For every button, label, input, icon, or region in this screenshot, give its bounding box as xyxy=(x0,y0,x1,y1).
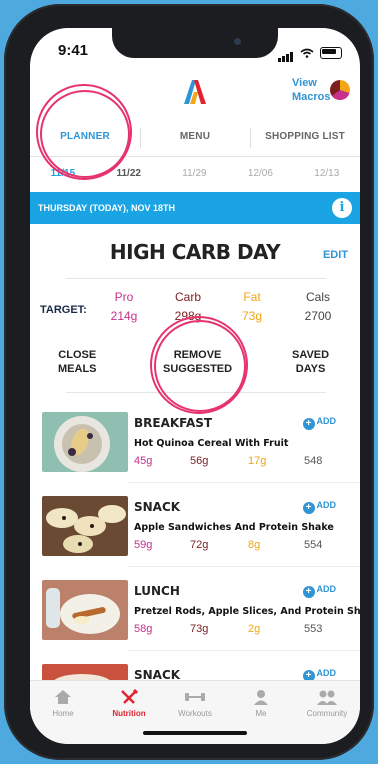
saved-days-line1: SAVED xyxy=(292,349,330,361)
meal-description: Pretzel Rods, Apple Slices, And Protein … xyxy=(134,606,360,617)
add-meal-button[interactable]: + ADD xyxy=(302,500,337,514)
day-banner-text: THURSDAY (TODAY), NOV 18TH xyxy=(38,203,176,213)
meal-cals: 554 xyxy=(304,539,323,551)
meal-card-lunch[interactable]: LUNCH Pretzel Rods, Apple Slices, And Pr… xyxy=(42,580,360,642)
target-fat: Fat 73g xyxy=(226,290,278,323)
add-label: ADD xyxy=(316,500,337,510)
edit-button[interactable]: EDIT xyxy=(323,249,348,261)
meal-photo-snack xyxy=(42,496,128,556)
macros-pie-icon[interactable] xyxy=(330,80,350,100)
tab-workouts-label: Workouts xyxy=(178,709,212,718)
meal-fat: 2g xyxy=(248,623,261,635)
add-meal-button[interactable]: + ADD xyxy=(302,584,337,598)
status-time: 9:41 xyxy=(58,42,89,59)
meal-type: LUNCH xyxy=(134,584,180,598)
view-macros-line1: View xyxy=(292,77,317,89)
meal-cals: 553 xyxy=(304,623,323,635)
tab-shopping-list[interactable]: SHOPPING LIST xyxy=(250,120,360,156)
meal-carb: 72g xyxy=(190,539,209,551)
week-item[interactable]: 12/13 xyxy=(314,168,339,190)
week-item[interactable]: 12/06 xyxy=(248,168,273,190)
divider xyxy=(66,278,326,279)
meal-carb: 56g xyxy=(190,455,209,467)
cals-label: Cals xyxy=(305,290,330,304)
meal-carb: 73g xyxy=(190,623,209,635)
plus-icon: + xyxy=(302,586,315,598)
divider xyxy=(128,482,360,483)
wifi-icon xyxy=(300,48,314,58)
close-meals-line2: MEALS xyxy=(58,363,97,375)
plus-icon: + xyxy=(302,418,315,430)
add-label: ADD xyxy=(316,584,337,594)
pro-value: 214g xyxy=(110,309,138,323)
meal-pro: 45g xyxy=(134,455,153,467)
close-meals-button[interactable]: CLOSE MEALS xyxy=(58,348,97,376)
app-logo-icon xyxy=(184,80,206,104)
highlight-circle-remove-inner xyxy=(154,320,246,412)
saved-days-line2: DAYS xyxy=(295,363,326,375)
dumbbell-icon xyxy=(185,693,205,701)
tab-menu[interactable]: MENU xyxy=(140,120,250,156)
week-item[interactable]: 11/22 xyxy=(116,168,140,190)
view-macros-line2: Macros xyxy=(292,91,331,103)
target-cals: Cals 2700 xyxy=(292,290,344,323)
home-indicator xyxy=(143,731,247,735)
camera xyxy=(234,38,241,45)
meal-pro: 58g xyxy=(134,623,153,635)
meal-description: Hot Quinoa Cereal With Fruit xyxy=(134,438,289,449)
battery-icon xyxy=(320,46,342,59)
phone-frame: 9:41 View Macros PLANNER MENU SHOPPING L… xyxy=(4,4,374,760)
divider xyxy=(128,566,360,567)
target-pro: Pro 214g xyxy=(98,290,150,323)
meal-fat: 8g xyxy=(248,539,261,551)
add-meal-button[interactable]: + ADD xyxy=(302,416,337,430)
meal-type: BREAKFAST xyxy=(134,416,213,430)
add-label: ADD xyxy=(316,416,337,426)
meal-fat: 17g xyxy=(248,455,267,467)
home-icon xyxy=(55,690,71,704)
fat-value: 73g xyxy=(241,309,263,323)
tab-community-label: Community xyxy=(306,709,348,718)
add-label: ADD xyxy=(316,668,337,678)
view-macros-button[interactable]: View Macros xyxy=(292,76,331,104)
tab-nutrition-label: Nutrition xyxy=(112,709,146,718)
saved-days-button[interactable]: SAVED DAYS xyxy=(292,348,329,376)
meal-cals: 548 xyxy=(304,455,323,467)
close-meals-line1: CLOSE xyxy=(58,349,97,361)
tab-community[interactable]: Community xyxy=(294,681,360,744)
day-title: HIGH CARB DAY xyxy=(109,240,281,264)
meal-card-breakfast[interactable]: BREAKFAST Hot Quinoa Cereal With Fruit 4… xyxy=(42,412,360,474)
day-banner: THURSDAY (TODAY), NOV 18TH i xyxy=(30,192,360,224)
meal-pro: 59g xyxy=(134,539,153,551)
target-label: TARGET: xyxy=(40,304,87,316)
meal-photo-lunch xyxy=(42,580,128,640)
fork-knife-icon xyxy=(121,689,138,704)
week-item[interactable]: 11/29 xyxy=(182,168,206,190)
fat-label: Fat xyxy=(243,290,261,304)
pro-label: Pro xyxy=(114,290,134,304)
people-icon xyxy=(317,690,337,705)
divider xyxy=(128,650,360,651)
meal-type: SNACK xyxy=(134,500,181,514)
signal-icon xyxy=(278,43,294,62)
tab-home-label: Home xyxy=(52,709,74,718)
tab-me-label: Me xyxy=(255,709,267,718)
highlight-circle-planner-inner xyxy=(40,90,130,178)
app-screen: 9:41 View Macros PLANNER MENU SHOPPING L… xyxy=(30,28,360,744)
notch xyxy=(112,28,278,58)
tab-home[interactable]: Home xyxy=(30,681,96,744)
info-icon[interactable]: i xyxy=(332,198,352,218)
meal-photo-breakfast xyxy=(42,412,128,472)
meal-description: Apple Sandwiches And Protein Shake xyxy=(134,522,334,533)
meal-card-snack[interactable]: SNACK Apple Sandwiches And Protein Shake… xyxy=(42,496,360,558)
status-icons xyxy=(278,43,342,62)
cals-value: 2700 xyxy=(304,309,332,323)
plus-icon: + xyxy=(302,502,315,514)
carb-label: Carb xyxy=(174,290,201,304)
person-icon xyxy=(254,690,268,705)
